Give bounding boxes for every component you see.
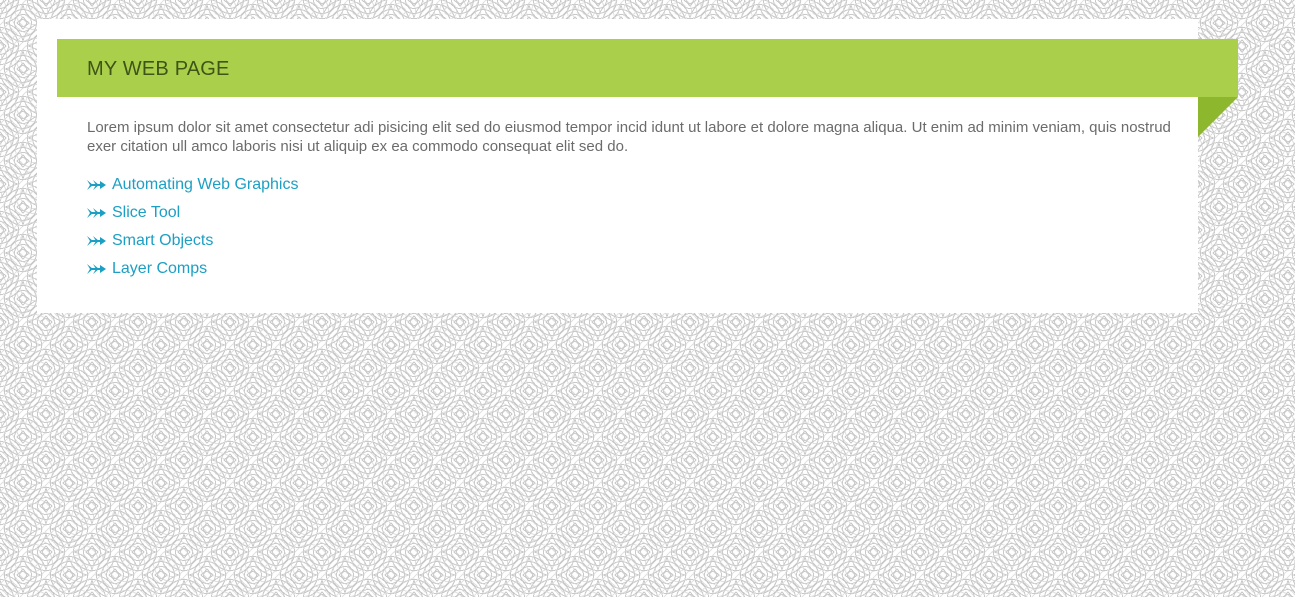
link-layer-comps[interactable]: Layer Comps: [112, 259, 207, 279]
link-smart-objects[interactable]: Smart Objects: [112, 231, 213, 251]
list-item: Smart Objects: [87, 227, 298, 255]
page-title: MY WEB PAGE: [87, 58, 230, 80]
list-item: Slice Tool: [87, 199, 298, 227]
double-arrow-right-icon: [87, 208, 106, 218]
intro-paragraph: Lorem ipsum dolor sit amet consectetur a…: [87, 119, 1171, 155]
content-card: MY WEB PAGE Lorem ipsum dolor sit amet c…: [37, 19, 1238, 313]
list-item: Layer Comps: [87, 255, 298, 283]
link-list: Automating Web Graphics Slice Tool Smart…: [87, 171, 298, 283]
double-arrow-right-icon: [87, 236, 106, 246]
link-automating-web-graphics[interactable]: Automating Web Graphics: [112, 175, 298, 195]
list-item: Automating Web Graphics: [87, 171, 298, 199]
title-banner: MY WEB PAGE: [57, 39, 1238, 97]
double-arrow-right-icon: [87, 264, 106, 274]
link-slice-tool[interactable]: Slice Tool: [112, 203, 180, 223]
banner-fold: [1198, 97, 1238, 137]
double-arrow-right-icon: [87, 180, 106, 190]
